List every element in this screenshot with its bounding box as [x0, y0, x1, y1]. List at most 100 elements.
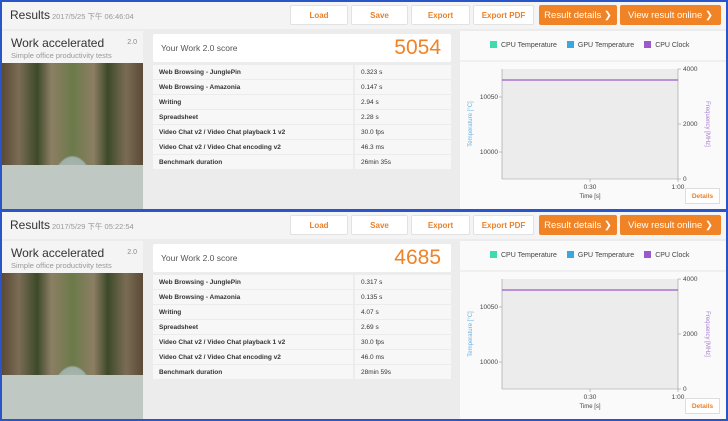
row-name: Web Browsing - Amazonia	[153, 290, 355, 304]
score-box: Your Work 2.0 score 4685	[153, 244, 451, 272]
table-row: Web Browsing - JunglePin 0.317 s	[153, 275, 451, 289]
row-name: Video Chat v2 / Video Chat encoding v2	[153, 350, 355, 364]
load-button[interactable]: Load	[290, 5, 348, 25]
result-date: 2017/5/29 下午 05:22:54	[52, 222, 134, 231]
load-button[interactable]: Load	[290, 215, 348, 235]
test-image	[2, 273, 143, 419]
result-date: 2017/5/25 下午 06:46:04	[52, 12, 134, 21]
table-row: Video Chat v2 / Video Chat playback 1 v2…	[153, 125, 451, 139]
left-axis-label: Temperature [°C]	[468, 101, 474, 147]
x-tick-label: 1:00	[672, 184, 685, 191]
result-panel-1: Results 2017/5/25 下午 06:46:04 Load Save …	[2, 2, 726, 209]
result-details-button[interactable]: Result details ❯	[539, 215, 617, 235]
plot-area	[502, 69, 678, 179]
x-tick-label: 0:30	[584, 394, 597, 401]
row-value: 0.323 s	[355, 65, 451, 79]
row-name: Video Chat v2 / Video Chat playback 1 v2	[153, 335, 355, 349]
test-info: Work accelerated 2.0 Simple office produ…	[2, 31, 143, 209]
score-value: 5054	[394, 36, 441, 59]
score-section: Your Work 2.0 score 4685 Web Browsing - …	[151, 241, 457, 419]
right-tick-label: 2000	[683, 121, 698, 128]
test-image	[2, 63, 143, 209]
export-button[interactable]: Export	[411, 5, 470, 25]
right-axis-label: Frequency [MHz]	[704, 311, 710, 357]
row-value: 28min 59s	[355, 365, 451, 379]
view-result-online-button[interactable]: View result online ❯	[620, 5, 721, 25]
table-row: Writing 2.94 s	[153, 95, 451, 109]
table-row: Spreadsheet 2.28 s	[153, 110, 451, 124]
x-tick-label: 0:30	[584, 184, 597, 191]
details-button[interactable]: Details	[685, 398, 720, 414]
export-button[interactable]: Export	[411, 215, 470, 235]
row-name: Benchmark duration	[153, 155, 355, 169]
score-label: Your Work 2.0 score	[161, 43, 238, 53]
results-header: Results 2017/5/25 下午 06:46:04 Load Save …	[2, 2, 726, 29]
score-box: Your Work 2.0 score 5054	[153, 34, 451, 62]
x-axis-label: Time [s]	[579, 194, 600, 200]
chart-svg: 4000 2000 0 10050 10000 0:30 1:00 Time [s] Tempe…	[460, 60, 726, 200]
export-pdf-button[interactable]: Export PDF	[473, 215, 534, 235]
row-name: Writing	[153, 95, 355, 109]
results-title: Results	[10, 218, 51, 232]
row-name: Video Chat v2 / Video Chat encoding v2	[153, 140, 355, 154]
results-table: Web Browsing - JunglePin 0.317 s Web Brows…	[153, 274, 451, 380]
score-value: 4685	[394, 246, 441, 269]
result-panel-2: Results 2017/5/29 下午 05:22:54 Load Save …	[2, 212, 726, 419]
row-value: 46.0 ms	[355, 350, 451, 364]
test-info: Work accelerated 2.0 Simple office produ…	[2, 241, 143, 419]
right-tick-label: 4000	[683, 276, 698, 283]
table-row: Web Browsing - Amazonia 0.147 s	[153, 80, 451, 94]
row-name: Web Browsing - JunglePin	[153, 65, 355, 79]
table-row: Writing 4.07 s	[153, 305, 451, 319]
row-name: Spreadsheet	[153, 110, 355, 124]
row-name: Web Browsing - JunglePin	[153, 275, 355, 289]
left-axis-label: Temperature [°C]	[468, 311, 474, 357]
right-tick-label: 4000	[683, 66, 698, 73]
table-row: Video Chat v2 / Video Chat encoding v2 46…	[153, 140, 451, 154]
right-axis-label: Frequency [MHz]	[704, 101, 710, 147]
left-tick-label: 10000	[480, 149, 498, 156]
export-pdf-button[interactable]: Export PDF	[473, 5, 534, 25]
row-value: 30.0 fps	[355, 335, 451, 349]
save-button[interactable]: Save	[351, 215, 408, 235]
table-row: Video Chat v2 / Video Chat encoding v2 46…	[153, 350, 451, 364]
view-result-online-button[interactable]: View result online ❯	[620, 215, 721, 235]
row-value: 46.3 ms	[355, 140, 451, 154]
right-tick-label: 0	[683, 176, 687, 183]
row-name: Video Chat v2 / Video Chat playback 1 v2	[153, 125, 355, 139]
row-name: Writing	[153, 305, 355, 319]
test-version: 2.0	[127, 39, 137, 46]
right-tick-label: 2000	[683, 331, 698, 338]
details-button[interactable]: Details	[685, 188, 720, 204]
table-row: Video Chat v2 / Video Chat playback 1 v2…	[153, 335, 451, 349]
x-axis-label: Time [s]	[579, 404, 600, 410]
table-row: Spreadsheet 2.69 s	[153, 320, 451, 334]
right-tick-label: 0	[683, 386, 687, 393]
row-name: Web Browsing - Amazonia	[153, 80, 355, 94]
row-value: 0.135 s	[355, 290, 451, 304]
table-row: Benchmark duration 28min 59s	[153, 365, 451, 379]
chart-svg: 4000 2000 0 10050 10000 0:30 1:00 Time [s] Tempe…	[460, 270, 726, 410]
results-table: Web Browsing - JunglePin 0.323 s Web Brows…	[153, 64, 451, 170]
row-name: Spreadsheet	[153, 320, 355, 334]
row-value: 0.317 s	[355, 275, 451, 289]
test-name: Work accelerated	[11, 246, 105, 260]
score-section: Your Work 2.0 score 5054 Web Browsing - …	[151, 31, 457, 209]
x-tick-label: 1:00	[672, 394, 685, 401]
test-subtitle: Simple office productivity tests	[11, 261, 112, 270]
left-tick-label: 10050	[480, 94, 498, 101]
row-value: 26min 35s	[355, 155, 451, 169]
monitoring-chart: CPU Temperature GPU Temperature CPU Clock …	[460, 31, 726, 209]
table-row: Web Browsing - Amazonia 0.135 s	[153, 290, 451, 304]
row-value: 2.69 s	[355, 320, 451, 334]
results-title: Results	[10, 8, 51, 22]
monitoring-chart: CPU Temperature GPU Temperature CPU Clock …	[460, 241, 726, 419]
test-name: Work accelerated	[11, 36, 105, 50]
row-value: 2.94 s	[355, 95, 451, 109]
row-value: 0.147 s	[355, 80, 451, 94]
test-version: 2.0	[127, 249, 137, 256]
table-row: Web Browsing - JunglePin 0.323 s	[153, 65, 451, 79]
save-button[interactable]: Save	[351, 5, 408, 25]
result-details-button[interactable]: Result details ❯	[539, 5, 617, 25]
results-header: Results 2017/5/29 下午 05:22:54 Load Save …	[2, 212, 726, 239]
